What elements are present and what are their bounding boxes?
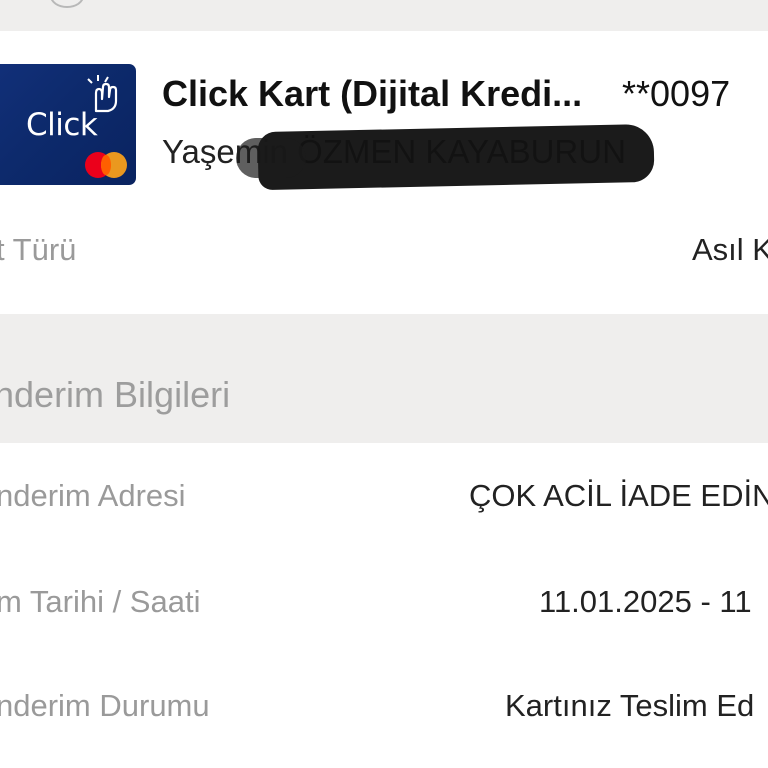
delivery-datetime-label: m Tarihi / Saati — [0, 584, 201, 619]
card-name: Click Kart (Dijital Kredi... — [162, 73, 583, 114]
section-title: nderim Bilgileri — [0, 374, 231, 415]
delivery-status-value: Kartınız Teslim Ed — [505, 688, 755, 723]
section-header: nderim Bilgileri — [0, 314, 768, 443]
delivery-datetime-value: 11.01.2025 - 11 — [539, 584, 752, 619]
mastercard-icon — [85, 152, 129, 178]
redaction-mark-edge — [236, 138, 306, 178]
redaction-mark — [257, 123, 655, 191]
delivery-status-label: nderim Durumu — [0, 688, 210, 723]
delivery-address-label: nderim Adresi — [0, 478, 186, 513]
card-image: Click — [0, 64, 136, 185]
card-type-value: Asıl K — [692, 232, 768, 267]
card-type-label: t Türü — [0, 232, 77, 267]
partial-icon — [50, 0, 84, 8]
card-brand-text: Click — [26, 107, 98, 143]
card-number: **0097 — [622, 73, 731, 114]
top-strip — [0, 0, 768, 31]
delivery-address-value: ÇOK ACİL İADE EDİN — [469, 478, 768, 513]
card-summary[interactable]: Click Click Kart (Dijital Kredi... **009… — [0, 31, 768, 314]
